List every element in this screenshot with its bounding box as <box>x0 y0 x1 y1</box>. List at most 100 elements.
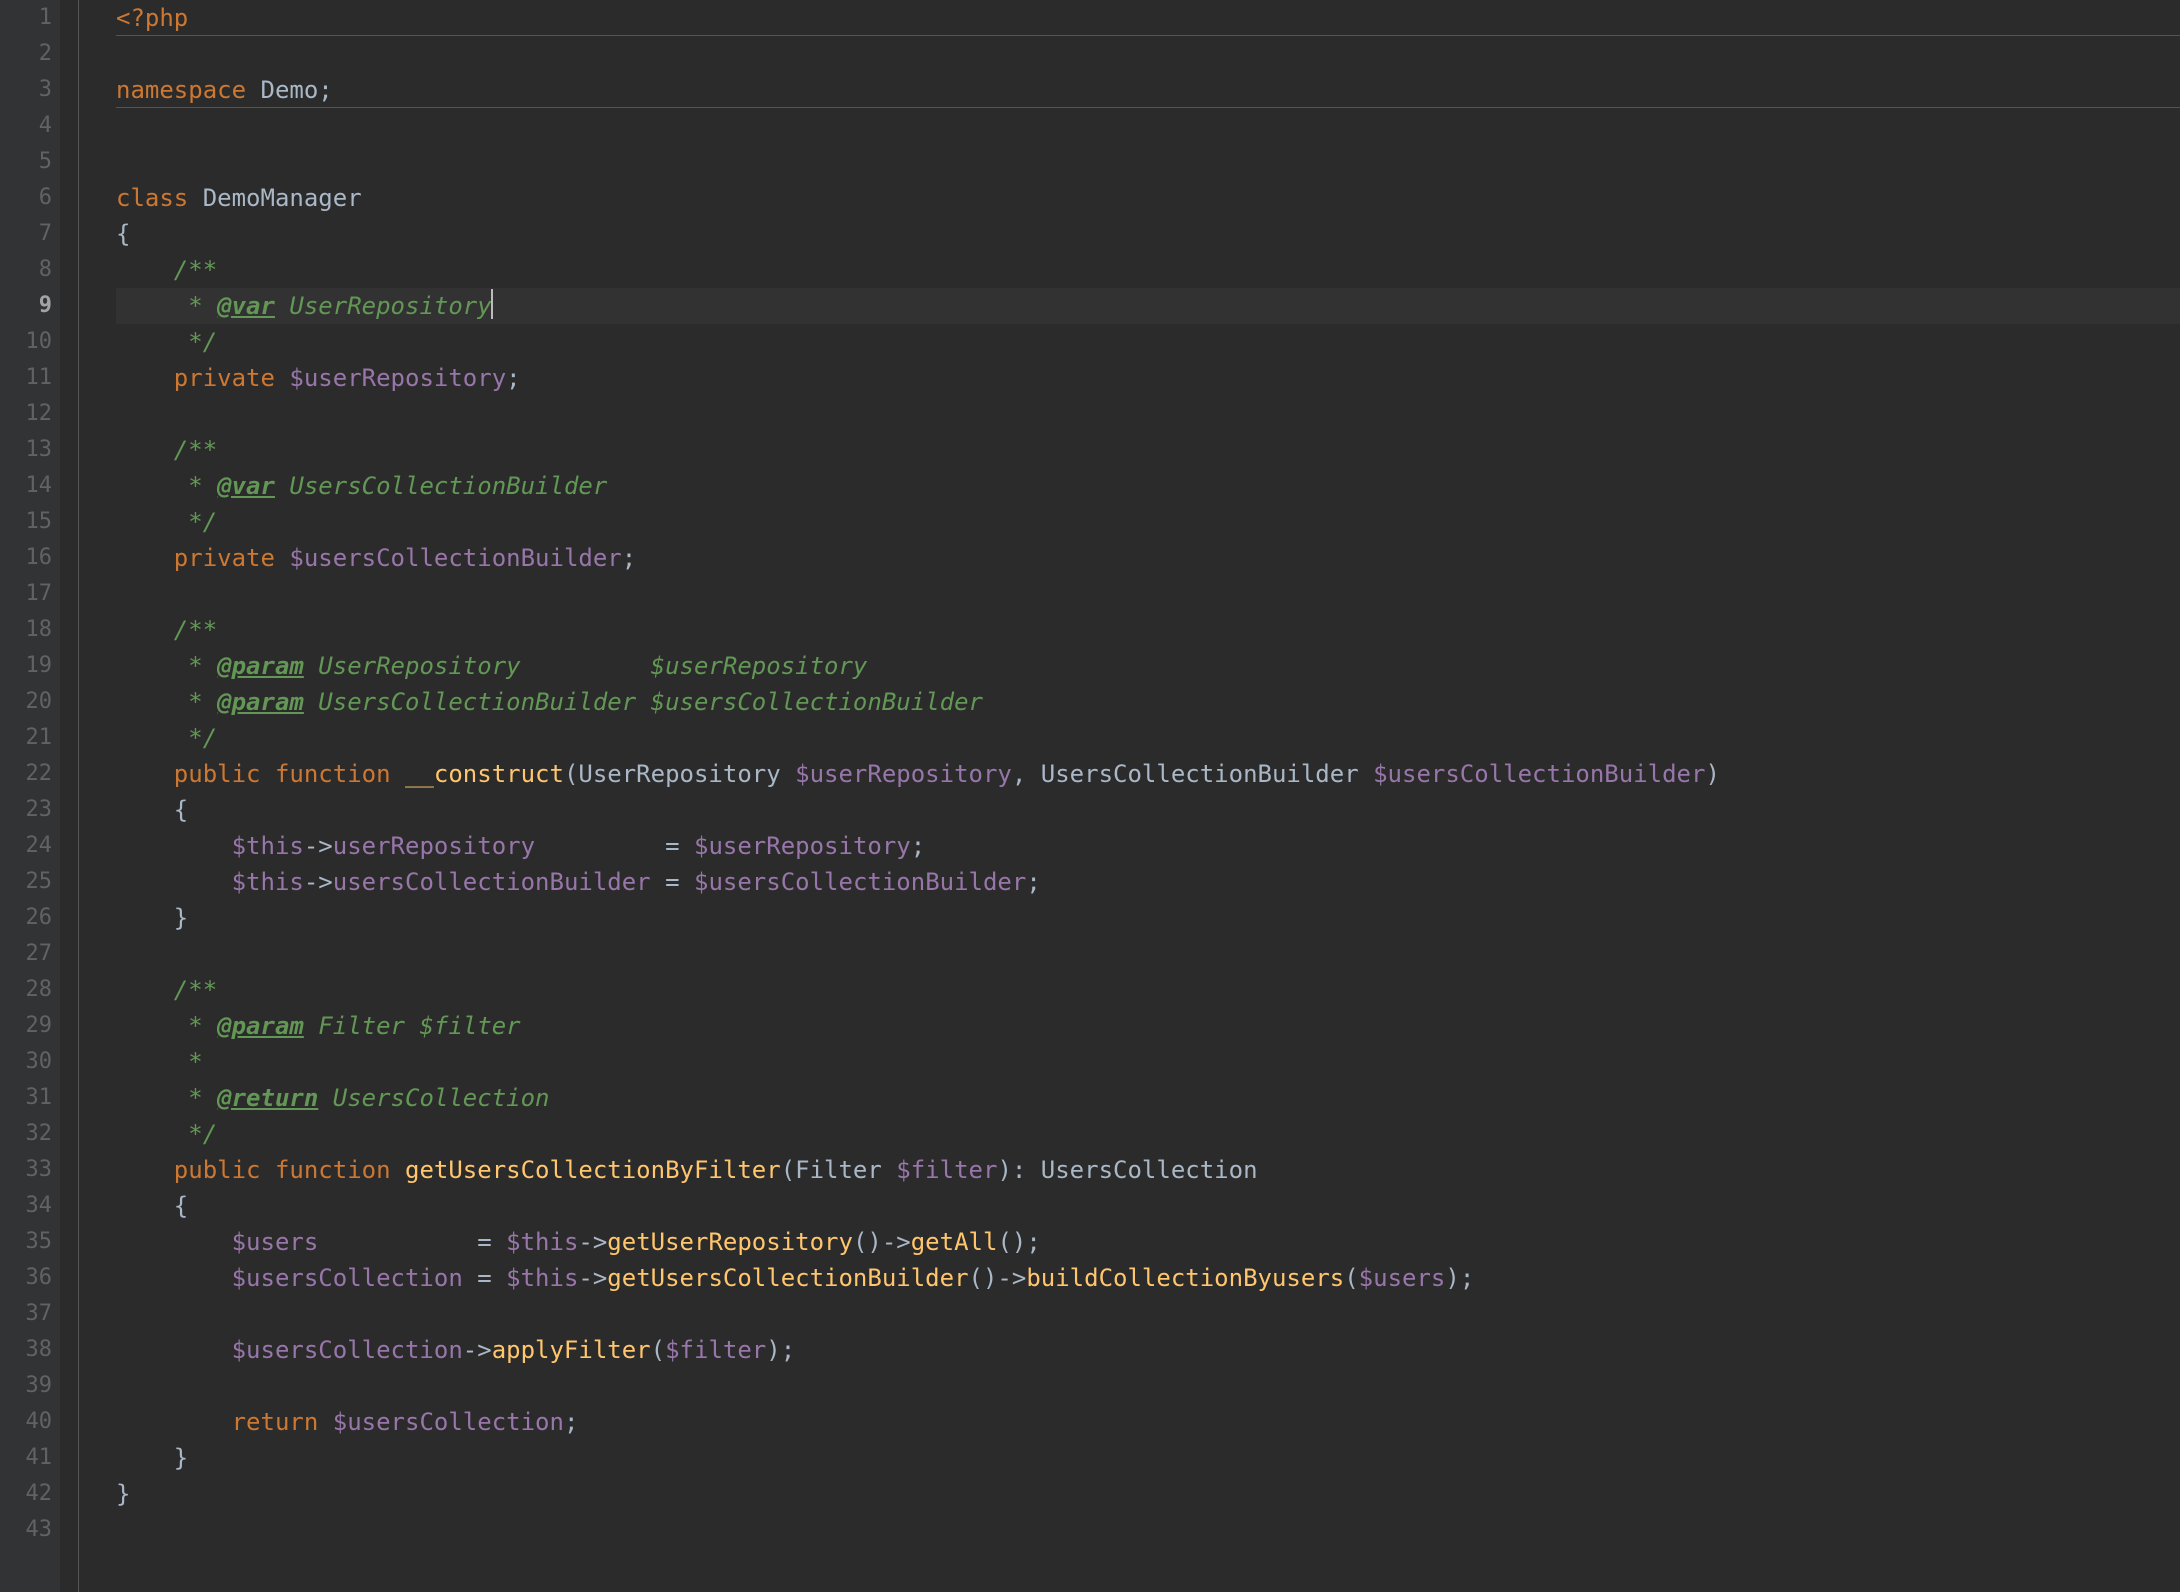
line-number[interactable]: 12 <box>0 396 52 432</box>
line-number[interactable]: 40 <box>0 1404 52 1440</box>
code-line[interactable]: } <box>116 900 2180 936</box>
line-number[interactable]: 43 <box>0 1512 52 1548</box>
this-var: $this <box>506 1264 578 1292</box>
line-number[interactable]: 28 <box>0 972 52 1008</box>
line-number[interactable]: 20 <box>0 684 52 720</box>
line-number[interactable]: 7 <box>0 216 52 252</box>
punct: ); <box>1445 1264 1474 1292</box>
doc-comment: */ <box>116 328 217 356</box>
code-line[interactable]: /** <box>116 432 2180 468</box>
line-number[interactable]: 23 <box>0 792 52 828</box>
line-number[interactable]: 10 <box>0 324 52 360</box>
code-line[interactable] <box>116 36 2180 72</box>
code-line[interactable] <box>116 1296 2180 1332</box>
code-line[interactable]: $usersCollection = $this->getUsersCollec… <box>116 1260 2180 1296</box>
doc-type: UserRepository <box>275 292 492 320</box>
code-line[interactable]: namespace Demo; <box>116 72 2180 108</box>
line-number[interactable]: 8 <box>0 252 52 288</box>
arrow: -> <box>463 1336 492 1364</box>
line-number[interactable]: 26 <box>0 900 52 936</box>
line-number[interactable]: 24 <box>0 828 52 864</box>
code-line[interactable]: * @return UsersCollection <box>116 1080 2180 1116</box>
line-number[interactable]: 6 <box>0 180 52 216</box>
code-text-area[interactable]: <?php namespace Demo; class DemoManager … <box>96 0 2180 1592</box>
code-line[interactable]: private $usersCollectionBuilder; <box>116 540 2180 576</box>
code-line[interactable]: class DemoManager <box>116 180 2180 216</box>
code-line[interactable]: return $usersCollection; <box>116 1404 2180 1440</box>
code-line[interactable]: * @param UserRepository $userRepository <box>116 648 2180 684</box>
code-line[interactable]: /** <box>116 972 2180 1008</box>
line-number[interactable]: 11 <box>0 360 52 396</box>
code-line[interactable]: } <box>116 1440 2180 1476</box>
code-line[interactable]: /** <box>116 612 2180 648</box>
assign: = <box>463 1264 506 1292</box>
line-number[interactable]: 36 <box>0 1260 52 1296</box>
line-number[interactable]: 41 <box>0 1440 52 1476</box>
code-line[interactable]: */ <box>116 1116 2180 1152</box>
line-number[interactable]: 25 <box>0 864 52 900</box>
doc-comment: */ <box>116 1120 217 1148</box>
code-line[interactable]: $users = $this->getUserRepository()->get… <box>116 1224 2180 1260</box>
doc-tag-return: @return <box>217 1084 318 1112</box>
line-number[interactable]: 38 <box>0 1332 52 1368</box>
code-line[interactable] <box>116 1512 2180 1548</box>
line-number[interactable]: 27 <box>0 936 52 972</box>
code-line[interactable]: */ <box>116 324 2180 360</box>
code-line[interactable] <box>116 576 2180 612</box>
line-number[interactable]: 37 <box>0 1296 52 1332</box>
line-number[interactable]: 33 <box>0 1152 52 1188</box>
code-line[interactable]: * @param UsersCollectionBuilder $usersCo… <box>116 684 2180 720</box>
code-line[interactable] <box>116 108 2180 144</box>
line-number[interactable]: 2 <box>0 36 52 72</box>
doc-tag-param: @param <box>217 1012 304 1040</box>
line-number[interactable]: 34 <box>0 1188 52 1224</box>
line-number[interactable]: 1 <box>0 0 52 36</box>
line-number[interactable]: 19 <box>0 648 52 684</box>
code-line[interactable]: /** <box>116 252 2180 288</box>
line-number-current[interactable]: 9 <box>0 288 52 324</box>
line-number[interactable]: 30 <box>0 1044 52 1080</box>
line-number[interactable]: 22 <box>0 756 52 792</box>
line-number[interactable]: 5 <box>0 144 52 180</box>
doc-star: * <box>116 1084 217 1112</box>
line-number[interactable]: 18 <box>0 612 52 648</box>
code-line[interactable]: $this->usersCollectionBuilder = $usersCo… <box>116 864 2180 900</box>
line-number[interactable]: 15 <box>0 504 52 540</box>
line-number[interactable]: 39 <box>0 1368 52 1404</box>
line-number[interactable]: 4 <box>0 108 52 144</box>
code-line[interactable]: * <box>116 1044 2180 1080</box>
line-number[interactable]: 17 <box>0 576 52 612</box>
line-number[interactable]: 29 <box>0 1008 52 1044</box>
line-number[interactable]: 21 <box>0 720 52 756</box>
assign: = <box>535 832 694 860</box>
line-number[interactable]: 35 <box>0 1224 52 1260</box>
code-line[interactable]: { <box>116 1188 2180 1224</box>
code-line[interactable] <box>116 396 2180 432</box>
code-line[interactable]: * @param Filter $filter <box>116 1008 2180 1044</box>
line-number[interactable]: 32 <box>0 1116 52 1152</box>
line-number[interactable]: 13 <box>0 432 52 468</box>
code-line[interactable]: */ <box>116 504 2180 540</box>
line-number[interactable]: 31 <box>0 1080 52 1116</box>
code-line[interactable]: * @var UsersCollectionBuilder <box>116 468 2180 504</box>
code-line[interactable]: <?php <box>116 0 2180 36</box>
code-line[interactable]: */ <box>116 720 2180 756</box>
code-line[interactable]: { <box>116 216 2180 252</box>
code-line[interactable]: } <box>116 1476 2180 1512</box>
code-line[interactable]: $this->userRepository = $userRepository; <box>116 828 2180 864</box>
line-number[interactable]: 16 <box>0 540 52 576</box>
code-line[interactable]: public function __construct(UserReposito… <box>116 756 2180 792</box>
code-line[interactable] <box>116 936 2180 972</box>
code-line[interactable]: { <box>116 792 2180 828</box>
line-number[interactable]: 14 <box>0 468 52 504</box>
code-line[interactable] <box>116 144 2180 180</box>
code-line[interactable] <box>116 1368 2180 1404</box>
code-line[interactable]: private $userRepository; <box>116 360 2180 396</box>
local-var: $users <box>116 1228 318 1256</box>
code-line-current[interactable]: * @var UserRepository <box>116 288 2180 324</box>
code-line[interactable]: public function getUsersCollectionByFilt… <box>116 1152 2180 1188</box>
method-call: applyFilter <box>492 1336 651 1364</box>
code-line[interactable]: $usersCollection->applyFilter($filter); <box>116 1332 2180 1368</box>
line-number[interactable]: 42 <box>0 1476 52 1512</box>
line-number[interactable]: 3 <box>0 72 52 108</box>
